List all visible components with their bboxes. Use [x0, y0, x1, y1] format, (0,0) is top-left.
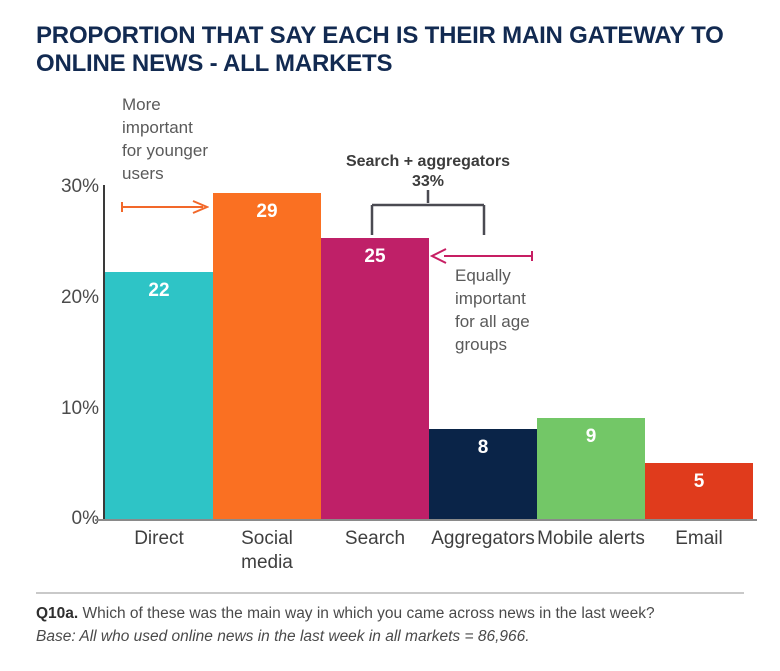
x-label-aggregators: Aggregators: [431, 528, 535, 549]
y-axis-labels: 30% 20% 10% 0%: [25, 0, 99, 590]
bar-search[interactable]: 25: [321, 237, 429, 519]
x-label-direct: Direct: [134, 528, 184, 549]
x-axis-line: [95, 519, 757, 521]
bar-value-mobile-alerts: 9: [585, 425, 597, 447]
bar-value-aggregators: 8: [477, 437, 489, 459]
y-tick-10: 10%: [60, 398, 99, 419]
bracket-icon: [370, 190, 486, 235]
x-label-social-media: Social media: [241, 528, 293, 573]
bar-direct[interactable]: 22: [105, 271, 213, 519]
bar-email[interactable]: 5: [645, 462, 753, 519]
annotation-younger-line-1: More: [122, 95, 161, 114]
footer-note: Q10a. Which of these was the main way in…: [36, 602, 748, 649]
arrow-left-icon: [430, 248, 533, 264]
bar-value-email: 5: [693, 470, 705, 492]
arrow-right-icon: [121, 200, 209, 214]
y-tick-0: 0%: [71, 508, 99, 529]
annotation-bracket-value: 33%: [411, 173, 445, 190]
bar-social-media[interactable]: 29: [213, 193, 321, 519]
footer-question-code: Q10a.: [36, 605, 79, 622]
bar-column-direct: 22: [105, 185, 213, 519]
bar-value-social-media: 29: [256, 201, 278, 223]
footer-base-text: Base: All who used online news in the la…: [36, 628, 530, 646]
annotation-equally-important: Equally important for all age groups: [455, 265, 567, 357]
bar-mobile-alerts[interactable]: 9: [537, 417, 645, 519]
footer-question-text: Which of these was the main way in which…: [78, 605, 655, 622]
footer-divider: [36, 592, 744, 594]
x-label-email: Email: [675, 528, 723, 549]
y-tick-20: 20%: [60, 287, 99, 308]
annotation-equally-line-4: groups: [455, 334, 507, 354]
x-axis-labels: Direct Social media Search Aggregators M…: [105, 527, 753, 575]
bar-column-social-media: 29: [213, 185, 321, 519]
bar-value-search: 25: [364, 245, 386, 267]
annotation-younger-line-4: users: [122, 163, 164, 183]
x-label-mobile-alerts: Mobile alerts: [537, 528, 645, 549]
annotation-equally-line-3: for all age: [455, 311, 530, 331]
y-tick-30: 30%: [60, 176, 99, 197]
annotation-younger-line-3: for younger: [122, 140, 208, 160]
x-label-search: Search: [344, 528, 406, 549]
annotation-search-aggregators: Search + aggregators 33%: [330, 152, 526, 192]
annotation-bracket-label: Search + aggregators: [345, 153, 511, 170]
bar-chart: 30% 20% 10% 0% 22 29 25 8 9 5 Direct Soc…: [0, 0, 780, 590]
bar-value-direct: 22: [148, 279, 170, 301]
bar-aggregators[interactable]: 8: [429, 429, 537, 519]
annotation-younger-users: More important for younger users: [122, 94, 240, 186]
annotation-equally-line-1: Equally: [455, 266, 511, 285]
bar-column-email: 5: [645, 185, 753, 519]
annotation-younger-line-2: important: [122, 117, 193, 137]
annotation-equally-line-2: important: [455, 288, 526, 308]
